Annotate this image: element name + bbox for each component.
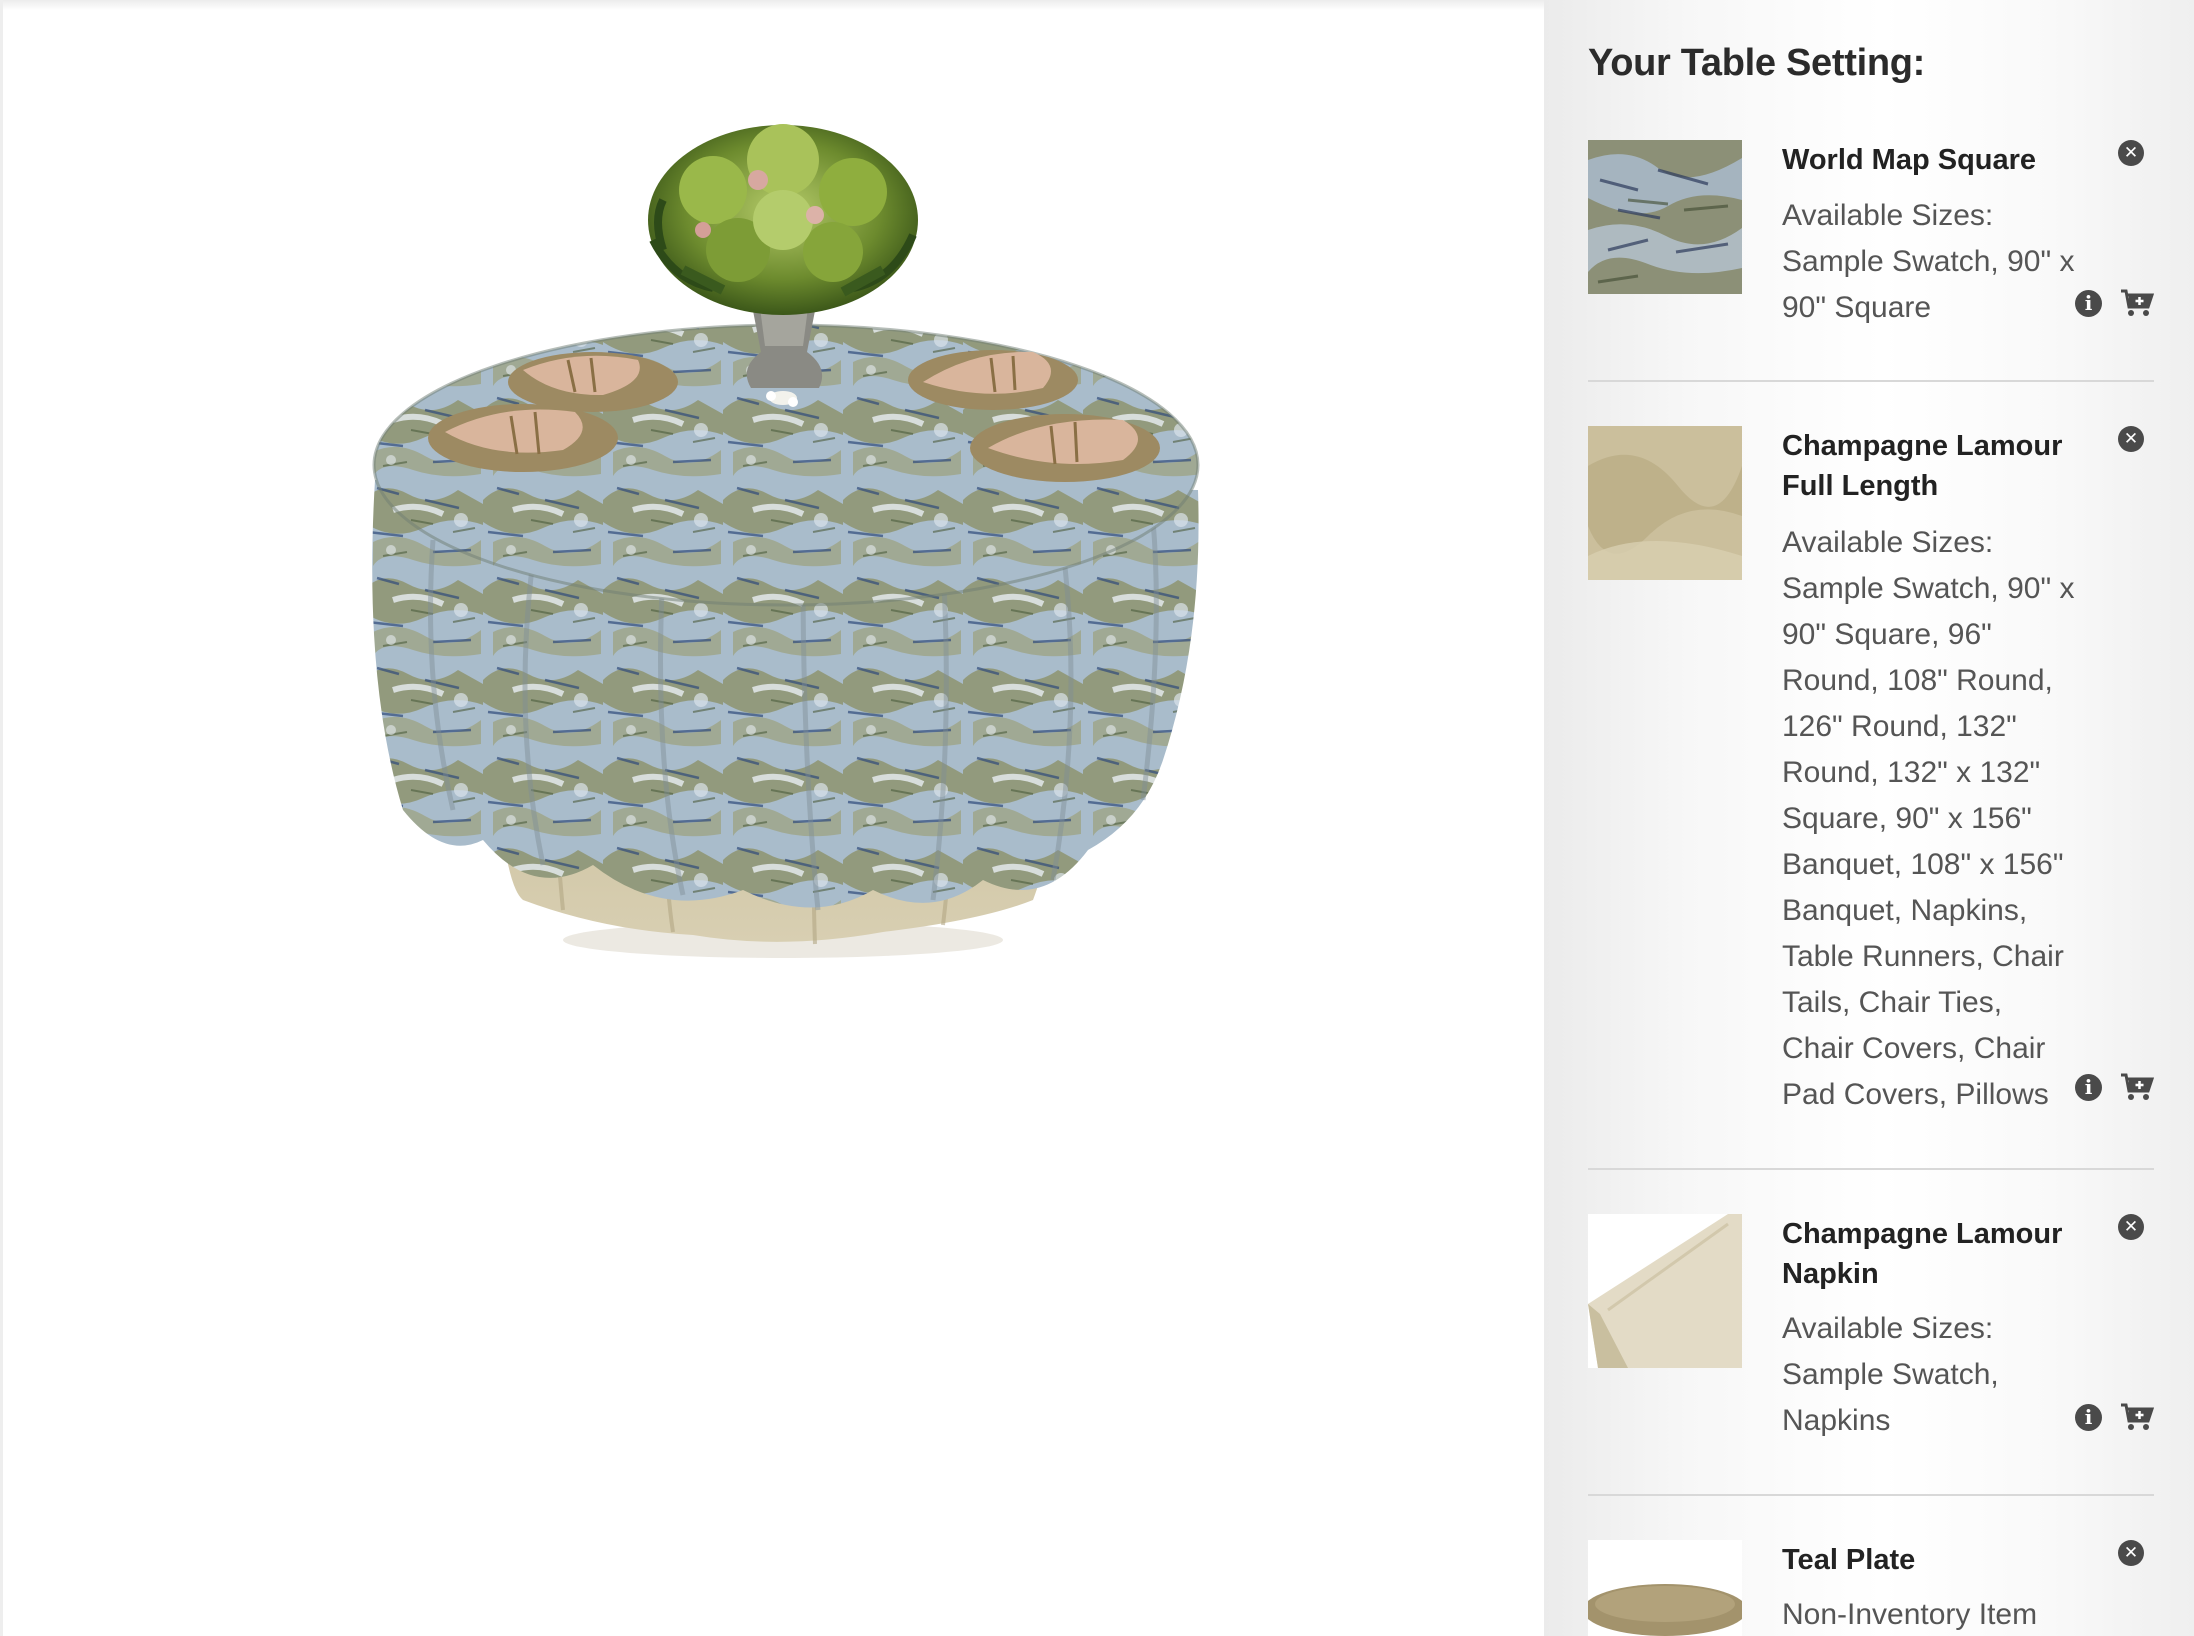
item-thumbnail[interactable] (1588, 426, 1742, 580)
item-name: Teal Plate (1782, 1544, 1916, 1576)
close-icon[interactable]: ✕ (2118, 140, 2144, 166)
cart-plus-icon[interactable] (2120, 288, 2154, 318)
item-thumbnail[interactable] (1588, 1214, 1742, 1368)
close-icon[interactable]: ✕ (2118, 1540, 2144, 1566)
item-available-sizes: Available Sizes: Sample Swatch, 90" x 90… (1782, 526, 2075, 1111)
table-setting-page: Your Table Setting: World Map Square Ava… (0, 0, 2194, 1636)
table-setting-sidebar: Your Table Setting: World Map Square Ava… (1544, 0, 2194, 1636)
setting-item-teal-plate: Teal Plate Non-Inventory Item ✕ (1588, 1540, 2154, 1636)
info-icon[interactable]: i (2075, 290, 2102, 317)
sidebar-title: Your Table Setting: (1588, 42, 1926, 84)
close-icon[interactable]: ✕ (2118, 426, 2144, 452)
place-setting (508, 352, 678, 412)
table-preview-image (363, 120, 1223, 980)
item-name: World Map Square (1782, 144, 2037, 176)
setting-item-champagne-lamour-napkin: Champagne Lamour Napkin Available Sizes:… (1588, 1214, 2154, 1496)
info-icon[interactable]: i (2075, 1404, 2102, 1431)
item-available-sizes: Available Sizes: Sample Swatch, Napkins (1782, 1312, 1999, 1437)
info-icon[interactable]: i (2075, 1074, 2102, 1101)
item-name: Champagne Lamour Napkin (1782, 1218, 2063, 1290)
item-divider (1588, 1494, 2154, 1496)
item-available-sizes: Available Sizes: Sample Swatch, 90" x 90… (1782, 199, 2075, 324)
cart-plus-icon[interactable] (2120, 1402, 2154, 1432)
setting-item-world-map-square: World Map Square Available Sizes: Sample… (1588, 140, 2154, 382)
item-thumbnail[interactable] (1588, 1540, 1742, 1636)
table-preview-stage (3, 0, 1544, 1636)
setting-item-champagne-lamour-full-length: Champagne Lamour Full Length Available S… (1588, 426, 2154, 1170)
cart-plus-icon[interactable] (2120, 1072, 2154, 1102)
close-icon[interactable]: ✕ (2118, 1214, 2144, 1240)
item-note: Non-Inventory Item (1782, 1598, 2038, 1631)
item-name: Champagne Lamour Full Length (1782, 430, 2063, 502)
item-divider (1588, 1168, 2154, 1170)
item-divider (1588, 380, 2154, 382)
item-thumbnail[interactable] (1588, 140, 1742, 294)
